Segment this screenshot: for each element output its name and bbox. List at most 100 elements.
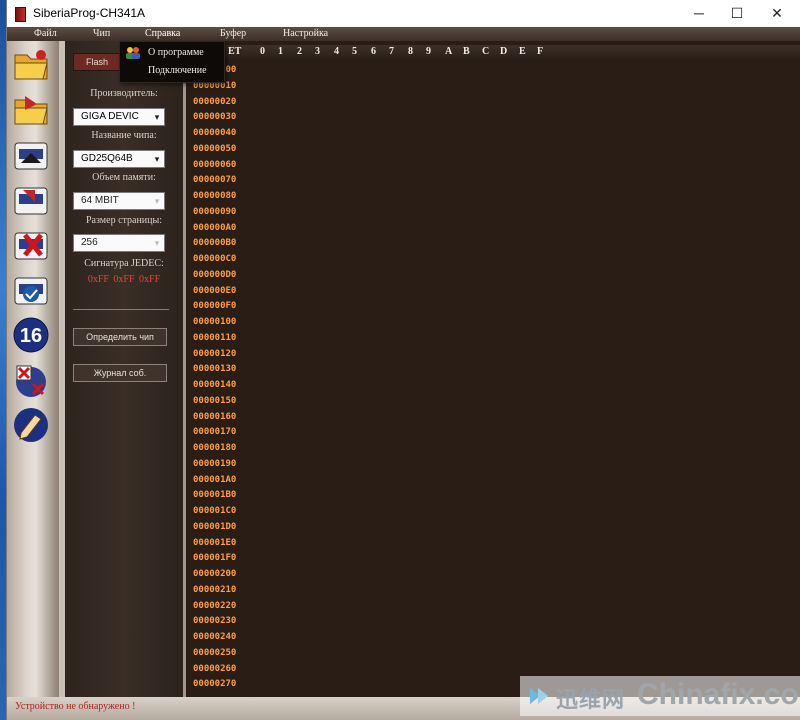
offset-row: 000001E0 — [193, 537, 237, 548]
hex-column-header: C — [482, 46, 490, 57]
offset-row: 00000130 — [193, 364, 237, 375]
manufacturer-value: GIGA DEVIC — [81, 111, 139, 122]
jedec-label: Сигнатура JEDEC: — [84, 258, 164, 269]
offset-row: 00000050 — [193, 143, 237, 154]
write-chip-icon[interactable] — [11, 180, 51, 220]
menu-buffer[interactable]: Буфер — [220, 27, 246, 41]
offset-row: 000000F0 — [193, 301, 237, 312]
hex-column-header: D — [500, 46, 508, 57]
app-icon — [15, 7, 26, 22]
bit16-label: 16 — [20, 325, 42, 347]
app-window: SiberiaProg-CH341A ─ ☐ ✕ Файл Чип Справк… — [6, 0, 800, 720]
memory-size-label: Объем памяти: — [92, 172, 156, 183]
close-button[interactable]: ✕ — [759, 0, 795, 27]
hex-column-header: 7 — [389, 46, 394, 57]
offset-row: 000001B0 — [193, 490, 237, 501]
hex-column-header: 8 — [408, 46, 413, 57]
hex-header: ET 0 1 2 3 4 5 6 7 8 9 A B C D E F — [186, 45, 800, 59]
hex-column-header: 1 — [278, 46, 283, 57]
edit-icon[interactable] — [11, 405, 51, 445]
watermark-logo-icon — [530, 688, 548, 704]
offset-row: 000000A0 — [193, 222, 237, 233]
help-dropdown-menu: О программе Подключение — [119, 41, 225, 83]
menu-item-connection[interactable]: Подключение — [120, 62, 224, 80]
offset-row: 00000090 — [193, 206, 237, 217]
save-folder-icon[interactable] — [11, 90, 51, 130]
offset-row: 00000140 — [193, 380, 237, 390]
offset-row: 00000200 — [193, 569, 237, 579]
offset-row: 000000B0 — [193, 238, 237, 249]
left-toolbar: 16 — [7, 41, 59, 697]
hex-column-header: 6 — [371, 46, 376, 57]
offset-row: 00000060 — [193, 159, 237, 170]
detect-chip-button[interactable]: Определить чип — [73, 328, 167, 346]
memory-size-value: 64 MBIT — [81, 195, 119, 206]
tab-flash[interactable]: Flash — [73, 53, 121, 71]
hex-header-offset-label: ET — [228, 46, 242, 57]
offset-row: 00000240 — [193, 632, 237, 642]
menu-item-connection-label: Подключение — [148, 65, 207, 76]
hex-column-header: F — [537, 46, 544, 57]
verify-chip-icon[interactable] — [11, 270, 51, 310]
hex-column-header: 0 — [260, 46, 265, 57]
chevron-down-icon: ▾ — [154, 112, 160, 122]
offset-row: 000001A0 — [193, 474, 237, 485]
offset-row: 00000070 — [193, 175, 237, 186]
chevron-down-icon: ▾ — [154, 196, 160, 206]
hex-column-header: 5 — [352, 46, 357, 57]
watermark-cn: 迅维网 — [556, 688, 626, 713]
watermark-en: Chinafix.com — [637, 678, 800, 711]
hex-column-header: B — [463, 46, 470, 57]
menu-item-about[interactable]: О программе — [120, 44, 224, 62]
menu-settings[interactable]: Настройка — [283, 27, 328, 41]
offset-row: 00000210 — [193, 584, 237, 595]
offset-row: 00000020 — [193, 96, 237, 107]
hex-editor[interactable]: ET 0 1 2 3 4 5 6 7 8 9 A B C D E F 00000… — [186, 41, 800, 697]
offset-row: 00000260 — [193, 663, 237, 674]
offset-row: 000000E0 — [193, 285, 237, 296]
memory-size-select[interactable]: 64 MBIT ▾ — [73, 192, 165, 210]
offset-row: 00000190 — [193, 458, 237, 469]
chip-settings-panel: Flash Производитель: GIGA DEVIC ▾ Назван… — [65, 41, 183, 697]
offset-row: 000001C0 — [193, 506, 237, 516]
menu-file[interactable]: Файл — [34, 27, 57, 41]
hex-column-header: 9 — [426, 46, 431, 57]
offset-row: 00000040 — [193, 128, 237, 138]
blank-check-icon[interactable] — [11, 360, 51, 400]
title-bar: SiberiaProg-CH341A ─ ☐ ✕ — [7, 0, 800, 27]
offset-row: 00000100 — [193, 317, 237, 327]
event-log-button[interactable]: Журнал соб. — [73, 364, 167, 382]
manufacturer-select[interactable]: GIGA DEVIC ▾ — [73, 108, 165, 126]
chevron-down-icon: ▾ — [154, 238, 160, 248]
hex-column-header: 3 — [315, 46, 320, 57]
offset-row: 000001D0 — [193, 521, 237, 532]
window-title: SiberiaProg-CH341A — [33, 6, 146, 20]
status-text: Устройство не обнаружено ! — [15, 701, 136, 712]
page-size-label: Размер страницы: — [86, 215, 162, 226]
hex-column-header: 2 — [297, 46, 302, 57]
bit16-icon[interactable]: 16 — [11, 315, 51, 355]
offset-row: 00000030 — [193, 112, 237, 123]
open-folder-icon[interactable] — [11, 45, 51, 85]
offset-row: 00000180 — [193, 443, 237, 453]
offset-row: 00000080 — [193, 191, 237, 201]
offset-row: 00000220 — [193, 600, 237, 611]
client-area: 16 Flash Производитель: GIGA DEVIC ▾ Наз… — [7, 41, 800, 697]
menu-help[interactable]: Справка — [145, 27, 180, 41]
hex-column-header: A — [445, 46, 453, 57]
offset-row: 000000D0 — [193, 269, 237, 280]
offset-row: 00000120 — [193, 348, 237, 359]
offset-row: 00000270 — [193, 679, 237, 690]
minimize-button[interactable]: ─ — [681, 0, 717, 27]
hex-column-header: 4 — [334, 46, 339, 57]
erase-chip-icon[interactable] — [11, 225, 51, 265]
offset-row: 00000170 — [193, 427, 237, 438]
offset-column: 0000000000000010000000200000003000000040… — [193, 63, 236, 693]
menu-chip[interactable]: Чип — [93, 27, 110, 41]
read-chip-icon[interactable] — [11, 135, 51, 175]
page-size-select[interactable]: 256 ▾ — [73, 234, 165, 252]
people-icon — [126, 47, 140, 59]
chip-name-select[interactable]: GD25Q64B ▾ — [73, 150, 165, 168]
watermark: 迅维网 Chinafix.com — [520, 676, 800, 716]
maximize-button[interactable]: ☐ — [719, 0, 755, 27]
